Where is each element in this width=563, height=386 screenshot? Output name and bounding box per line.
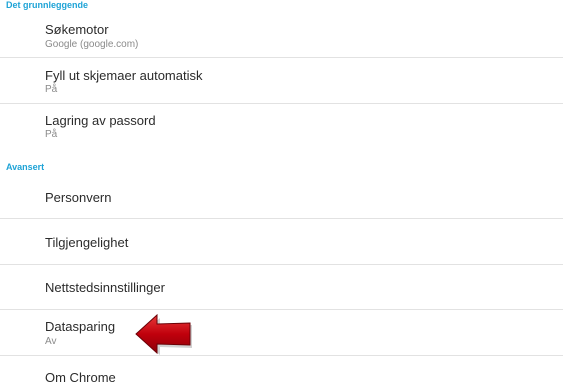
red-arrow-icon <box>135 314 192 355</box>
setting-subtitle: På <box>45 129 58 140</box>
section-header-basics: Det grunnleggende <box>6 0 89 10</box>
setting-save-passwords[interactable]: Lagring av passord På <box>0 104 563 150</box>
section-header-advanced: Avansert <box>6 162 45 172</box>
setting-title: Om Chrome <box>45 370 116 385</box>
setting-subtitle: Google (google.com) <box>45 39 139 50</box>
setting-title: Datasparing <box>45 319 116 334</box>
setting-title: Nettstedsinnstillinger <box>45 280 165 295</box>
setting-search-engine[interactable]: Søkemotor Google (google.com) <box>0 12 563 58</box>
setting-subtitle: Av <box>45 336 57 347</box>
setting-about-chrome[interactable]: Om Chrome <box>0 356 563 386</box>
setting-autofill[interactable]: Fyll ut skjemaer automatisk På <box>0 58 563 103</box>
setting-subtitle: På <box>45 84 58 95</box>
setting-privacy[interactable]: Personvern <box>0 174 563 219</box>
setting-title: Personvern <box>45 190 112 205</box>
setting-data-saver[interactable]: Datasparing Av <box>0 310 563 355</box>
setting-site-settings[interactable]: Nettstedsinnstillinger <box>0 265 563 309</box>
setting-title: Søkemotor <box>45 22 109 37</box>
setting-title: Fyll ut skjemaer automatisk <box>45 68 203 83</box>
setting-accessibility[interactable]: Tilgjengelighet <box>0 219 563 264</box>
setting-title: Tilgjengelighet <box>45 235 129 250</box>
setting-title: Lagring av passord <box>45 113 156 128</box>
